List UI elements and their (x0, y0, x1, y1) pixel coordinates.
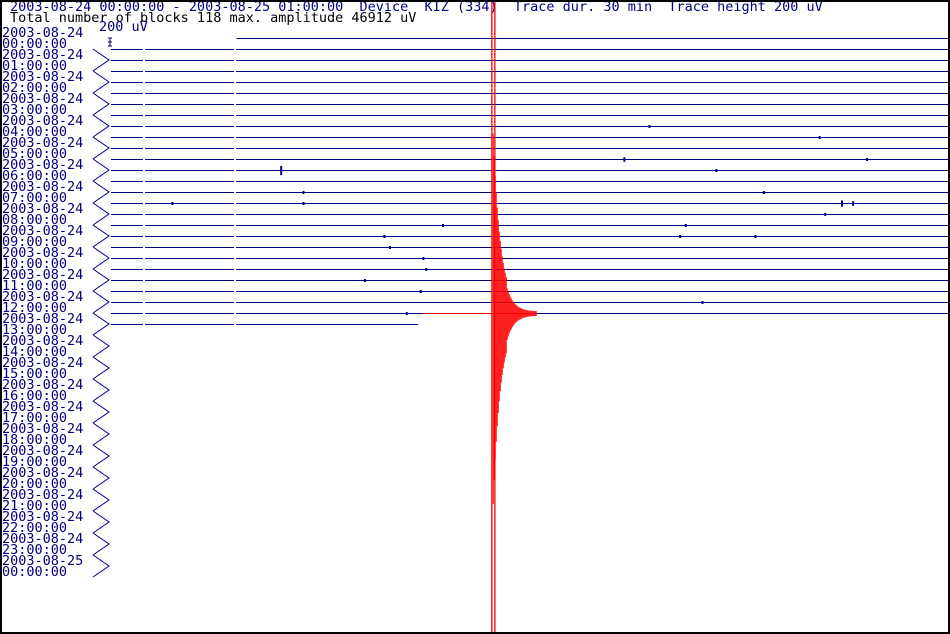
hour-marker-icon (92, 488, 110, 512)
trace-spike (363, 279, 366, 282)
trace-spike (684, 224, 687, 227)
trace-spike (442, 224, 445, 227)
trace-spike (866, 158, 869, 161)
trace-spike (171, 202, 174, 205)
hour-marker-icon (92, 378, 110, 402)
trace-spike (824, 213, 827, 216)
trace-spike (280, 165, 283, 176)
hour-marker-icon (92, 48, 110, 72)
trace-spike (383, 235, 386, 238)
trace-spike (840, 200, 843, 207)
hour-marker-icon (92, 114, 110, 138)
hour-marker-icon (92, 290, 110, 314)
trace-spike (389, 246, 391, 249)
hour-marker-icon (92, 136, 110, 160)
hour-marker-icon (92, 334, 110, 358)
trace-spike (754, 235, 757, 238)
hour-marker-icon (92, 400, 110, 424)
helicorder-plot: 2003-08-24 00:00:00 - 2003-08-25 01:00:0… (0, 0, 950, 634)
trace-spike (419, 290, 422, 293)
hour-marker-icon (92, 422, 110, 446)
trace-spike (302, 202, 305, 205)
trace-spike (818, 136, 821, 139)
trace-spike (762, 191, 765, 194)
hour-marker-icon (92, 268, 110, 292)
trace-spike (302, 191, 305, 194)
hour-marker-icon (92, 444, 110, 468)
trace-spike (701, 301, 704, 304)
trace-spike (425, 268, 428, 271)
event-clip-line (491, 2, 493, 632)
hour-marker-icon (92, 246, 110, 270)
trace-spike (679, 234, 682, 239)
hour-marker-icon (92, 532, 110, 556)
hour-marker-icon (92, 312, 110, 336)
hour-marker-icon (92, 70, 110, 94)
trace-canvas: 2003-08-2400:00:002003-08-2401:00:002003… (2, 2, 948, 632)
trace-spike (648, 125, 651, 128)
hour-marker-icon (92, 180, 110, 204)
hour-marker-icon (92, 158, 110, 182)
scale-bar-icon (108, 37, 112, 47)
trace-spike (405, 312, 408, 315)
hour-label-time: 00:00:00 (2, 564, 67, 580)
hour-marker-icon (92, 356, 110, 380)
hour-marker-icon (92, 466, 110, 490)
trace-spike (623, 157, 626, 162)
trace-spike (422, 257, 425, 260)
hour-marker-icon (92, 224, 110, 248)
hour-marker-icon (92, 510, 110, 534)
hour-marker-icon (92, 554, 110, 578)
trace-spike (715, 169, 718, 172)
hour-marker-icon (92, 92, 110, 116)
hour-marker-icon (92, 202, 110, 226)
trace-spike (852, 201, 855, 206)
